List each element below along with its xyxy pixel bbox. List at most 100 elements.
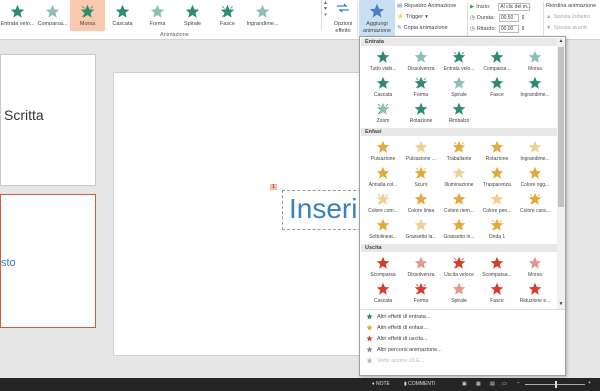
- note-button[interactable]: ♦ NOTE: [372, 381, 390, 387]
- sorter-view-icon[interactable]: ▦: [476, 381, 481, 387]
- effect-item[interactable]: Riduzione e...: [516, 280, 554, 306]
- trigger-button[interactable]: ⚡ Trigger ▾: [397, 14, 428, 20]
- effect-item[interactable]: Tutto visib...: [364, 48, 402, 74]
- effect-item[interactable]: Colore linea: [402, 190, 440, 216]
- zoom-out-icon[interactable]: −: [517, 380, 520, 386]
- effect-item[interactable]: Rimbalzo: [440, 100, 478, 126]
- effect-item[interactable]: Colore riem...: [440, 190, 478, 216]
- effect-star-icon: [414, 140, 428, 153]
- effect-item[interactable]: Spirale: [440, 74, 478, 100]
- gallery-item[interactable]: Fasce: [210, 0, 245, 31]
- effect-item[interactable]: Fasce: [478, 74, 516, 100]
- more-effects-link[interactable]: Altri effetti di entrata...: [366, 313, 430, 320]
- effect-item[interactable]: Cascata: [364, 280, 402, 306]
- copy-animation-button[interactable]: ✎ Copia animazione: [397, 25, 448, 31]
- gallery-item-label: Entrata velo...: [0, 21, 35, 27]
- effect-item[interactable]: Scomparsa...: [478, 254, 516, 280]
- spin-icon[interactable]: ⇕: [521, 15, 526, 21]
- slideshow-icon[interactable]: ▭: [502, 381, 507, 387]
- scroll-up-icon[interactable]: ▲: [557, 38, 565, 46]
- more-effects-link[interactable]: Altri effetti di enfasi...: [366, 324, 428, 331]
- effect-star-icon: [490, 76, 504, 89]
- effect-item[interactable]: Colore cara...: [516, 190, 554, 216]
- gallery-item[interactable]: Spirale: [175, 0, 210, 31]
- effect-item[interactable]: Colore com...: [364, 190, 402, 216]
- effect-item[interactable]: Spirale: [440, 280, 478, 306]
- effect-item[interactable]: Ingrandime...: [516, 138, 554, 164]
- effect-label: Scomparsa...: [482, 272, 512, 278]
- more-effects-link[interactable]: Altri effetti di uscita...: [366, 335, 428, 342]
- effect-item[interactable]: Entrata velo...: [440, 48, 478, 74]
- effect-item[interactable]: Dissolvenza: [402, 48, 440, 74]
- effect-item[interactable]: Rotazione: [478, 138, 516, 164]
- gallery-scroll[interactable]: ▲ ▼ ▾: [321, 0, 329, 31]
- move-back-button[interactable]: ▲ Sposta indietro: [546, 14, 590, 20]
- effect-label: Cascata: [373, 92, 393, 98]
- effect-item[interactable]: Colore ogg...: [516, 164, 554, 190]
- duration-field[interactable]: 00,50: [498, 14, 519, 22]
- effect-item[interactable]: Illuminazione: [440, 164, 478, 190]
- zoom-in-icon[interactable]: +: [588, 380, 591, 386]
- effect-item[interactable]: Morsa: [516, 48, 554, 74]
- scroll-down-icon[interactable]: ▼: [557, 301, 565, 309]
- delay-field[interactable]: 00,00: [498, 25, 519, 33]
- start-select[interactable]: Al clic del m...: [498, 3, 531, 11]
- add-animation-star-icon: [369, 3, 385, 18]
- reading-view-icon[interactable]: ▤: [490, 381, 495, 387]
- effect-item[interactable]: Forma: [402, 280, 440, 306]
- effect-item[interactable]: Annulla col...: [364, 164, 402, 190]
- effect-item[interactable]: Dissolvenza: [402, 254, 440, 280]
- effect-item[interactable]: Zoom: [364, 100, 402, 126]
- effect-item[interactable]: Scomparsa: [364, 254, 402, 280]
- note-label: NOTE: [375, 381, 390, 387]
- effect-item[interactable]: Onda 1: [478, 216, 516, 242]
- effect-label: Comparsa...: [483, 66, 511, 72]
- effect-item[interactable]: Fasce: [478, 280, 516, 306]
- animation-pane-button[interactable]: ▤ Riquadro Animazione: [397, 3, 457, 9]
- effect-label: Colore com...: [368, 208, 398, 214]
- effect-item[interactable]: Morsa: [516, 254, 554, 280]
- effect-item[interactable]: Sottolineat...: [364, 216, 402, 242]
- slide-thumbnail-1[interactable]: Scritta: [0, 54, 96, 186]
- effect-item[interactable]: Pulsazione ...: [402, 138, 440, 164]
- gallery-item[interactable]: Forma: [140, 0, 175, 31]
- normal-view-icon[interactable]: ▣: [462, 381, 467, 387]
- effect-label: Uscita veloce: [444, 272, 474, 278]
- effect-item[interactable]: Uscita veloce: [440, 254, 478, 280]
- effect-item[interactable]: Pulsazione: [364, 138, 402, 164]
- options-effect-button[interactable]: Opzioni effetto: [331, 3, 355, 34]
- menu-scrollbar[interactable]: ▲ ▼: [557, 38, 565, 309]
- effect-label: Cascata: [373, 298, 393, 304]
- effect-item[interactable]: Forma: [402, 74, 440, 100]
- gallery-item[interactable]: Comparsa...: [35, 0, 70, 31]
- scroll-thumb[interactable]: [558, 47, 564, 207]
- effect-star-icon: [452, 102, 466, 115]
- effect-star-icon: [452, 140, 466, 153]
- add-animation-button[interactable]: Aggiungi animazione: [359, 0, 395, 38]
- gallery-item[interactable]: Morsa: [70, 0, 105, 31]
- zoom-slider[interactable]: [525, 381, 585, 388]
- effect-label: Colore pen...: [482, 208, 512, 214]
- effect-star-icon: [376, 140, 390, 153]
- effect-item[interactable]: Trasparenza: [478, 164, 516, 190]
- gallery-item[interactable]: Ingrandime...: [245, 0, 280, 31]
- effect-item[interactable]: Rotazione: [402, 100, 440, 126]
- morsa-star-icon: [80, 4, 95, 18]
- spirale-star-icon: [185, 4, 200, 18]
- effect-item[interactable]: Ingrandime...: [516, 74, 554, 100]
- gallery-item[interactable]: Entrata velo...: [0, 0, 35, 31]
- comments-button[interactable]: ▮ COMMENTI: [404, 381, 435, 387]
- slide-thumbnail-2[interactable]: sto: [0, 194, 96, 328]
- more-effects-link[interactable]: Altri percorsi animazione...: [366, 346, 442, 353]
- effect-item[interactable]: Cascata: [364, 74, 402, 100]
- effect-item[interactable]: Grassetto in...: [440, 216, 478, 242]
- move-forward-button[interactable]: ▼ Sposta avanti: [546, 25, 587, 31]
- effect-item[interactable]: Traballante: [440, 138, 478, 164]
- gallery-item[interactable]: Cascata: [105, 0, 140, 31]
- effect-item[interactable]: Colore pen...: [478, 190, 516, 216]
- spin-icon[interactable]: ⇕: [521, 26, 526, 32]
- effect-item[interactable]: Grassetto la...: [402, 216, 440, 242]
- effect-item[interactable]: Scuro: [402, 164, 440, 190]
- zoom-slider-thumb[interactable]: [555, 381, 557, 388]
- effect-item[interactable]: Comparsa...: [478, 48, 516, 74]
